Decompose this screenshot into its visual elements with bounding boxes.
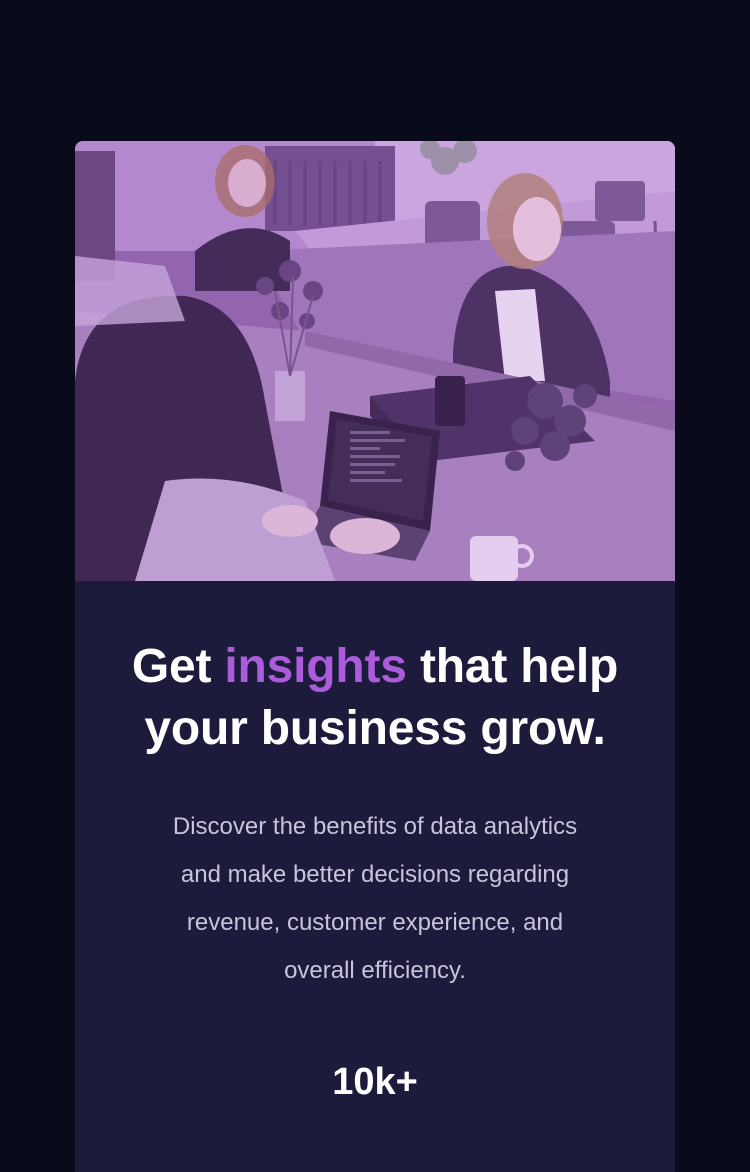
headline-accent-word: insights bbox=[224, 640, 407, 693]
stat-companies-value: 10k+ bbox=[332, 1061, 418, 1103]
office-team-illustration bbox=[75, 141, 675, 581]
card-content: Get insights that help your business gro… bbox=[75, 581, 675, 1104]
insights-card: Get insights that help your business gro… bbox=[75, 141, 675, 1172]
headline: Get insights that help your business gro… bbox=[115, 636, 635, 760]
headline-text-start: Get bbox=[131, 640, 225, 693]
description: Discover the benefits of data analytics … bbox=[172, 813, 578, 984]
hero-image bbox=[75, 141, 675, 581]
